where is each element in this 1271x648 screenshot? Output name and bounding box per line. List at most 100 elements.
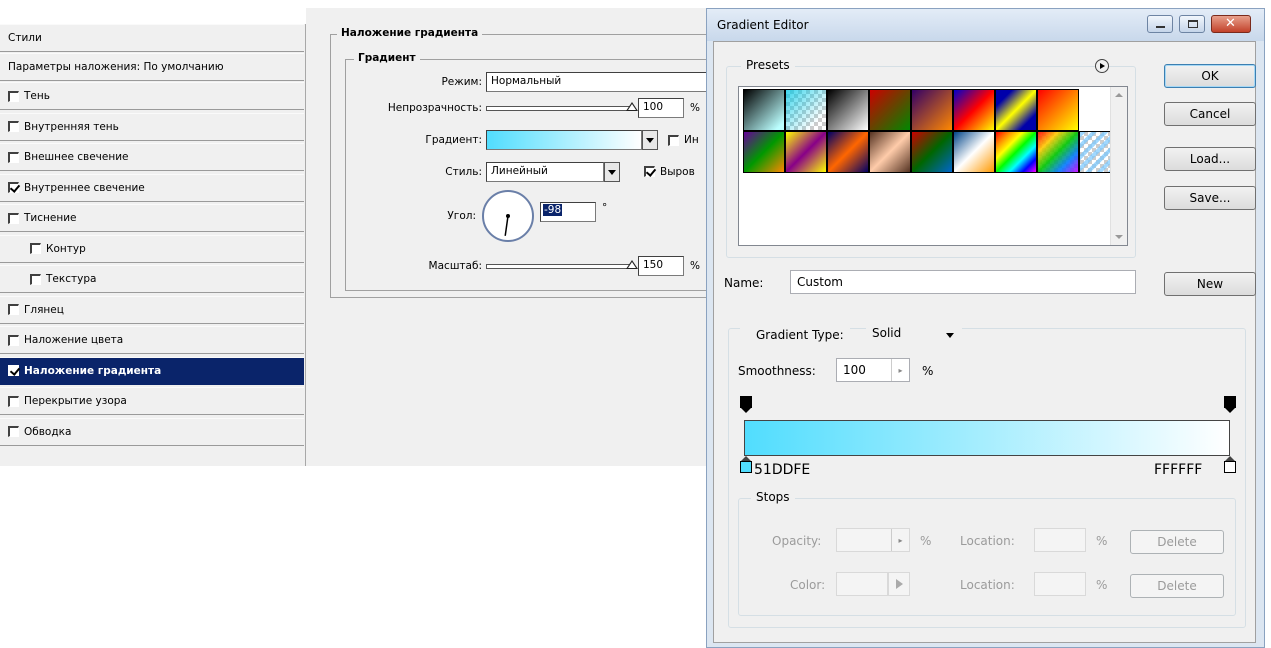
- style-item[interactable]: Тиснение: [0, 204, 304, 232]
- style-item-checkbox[interactable]: [8, 334, 19, 346]
- preset-transparent-rainbow[interactable]: [1037, 131, 1079, 173]
- preset-orange-yellow[interactable]: [1037, 89, 1079, 131]
- style-item-checkbox[interactable]: [8, 182, 19, 193]
- preset-violet-green-orange[interactable]: [743, 131, 785, 173]
- reverse-checkbox[interactable]: [668, 135, 679, 146]
- angle-input[interactable]: -98: [540, 202, 596, 222]
- stop-color-location-unit: %: [1096, 578, 1108, 592]
- stop-opacity-location-label: Location:: [960, 534, 1015, 548]
- preset-blue-yellow-blue[interactable]: [995, 89, 1037, 131]
- minimize-button[interactable]: [1147, 15, 1173, 33]
- style-item-checkbox[interactable]: [8, 365, 19, 376]
- angle-dial[interactable]: [480, 188, 536, 244]
- style-item-checkbox[interactable]: [8, 395, 19, 407]
- stop-opacity-input[interactable]: ▸: [836, 528, 910, 552]
- preset-blue-red-yellow[interactable]: [953, 89, 995, 131]
- opacity-slider-handle[interactable]: [626, 102, 638, 111]
- preset-spectrum[interactable]: [995, 131, 1037, 173]
- gradient-subgroup-title: Градиент: [354, 52, 420, 64]
- style-item[interactable]: Внутренняя тень: [0, 112, 304, 141]
- color-stop-right[interactable]: [1224, 456, 1236, 474]
- preset-violet-orange[interactable]: [911, 89, 953, 131]
- scroll-up-icon[interactable]: [1115, 93, 1123, 97]
- scale-input[interactable]: 150: [638, 256, 684, 276]
- maximize-button[interactable]: [1179, 15, 1205, 33]
- style-item-checkbox[interactable]: [8, 304, 19, 315]
- style-item-checkbox[interactable]: [30, 273, 41, 285]
- opacity-stop-right-body: [1224, 396, 1236, 408]
- delete-opacity-stop-button[interactable]: Delete: [1130, 530, 1224, 554]
- new-button[interactable]: New: [1164, 272, 1256, 296]
- opacity-slider-track[interactable]: [486, 106, 632, 111]
- stop-opacity-location-unit: %: [1096, 534, 1108, 548]
- cancel-button[interactable]: Cancel: [1164, 102, 1256, 126]
- stop-color-popup-button[interactable]: [888, 572, 910, 596]
- style-item[interactable]: Текстура: [0, 265, 304, 293]
- ok-button[interactable]: OK: [1164, 64, 1256, 88]
- preset-black-cyan[interactable]: [743, 89, 785, 131]
- style-item-checkbox[interactable]: [30, 243, 41, 254]
- preset-red-green[interactable]: [869, 89, 911, 131]
- style-item-label: Обводка: [24, 425, 72, 438]
- stop-opacity-popup-button[interactable]: ▸: [891, 529, 909, 551]
- window-titlebar[interactable]: Gradient Editor ✕: [707, 9, 1264, 41]
- load-button[interactable]: Load...: [1164, 147, 1256, 171]
- style-item[interactable]: Тень: [0, 82, 304, 110]
- style-item[interactable]: Контур: [0, 234, 304, 263]
- opacity-input[interactable]: 100: [638, 98, 684, 118]
- opacity-label: Непрозрачность:: [387, 102, 482, 114]
- play-arrow-icon: [895, 579, 903, 589]
- smoothness-input[interactable]: 100 ▸: [836, 358, 910, 382]
- style-item-checkbox[interactable]: [8, 151, 19, 163]
- style-item-checkbox[interactable]: [8, 90, 19, 102]
- delete-color-stop-button[interactable]: Delete: [1130, 574, 1224, 598]
- style-item[interactable]: Наложение цвета: [0, 326, 304, 354]
- style-item[interactable]: Внешнее свечение: [0, 143, 304, 171]
- save-button[interactable]: Save...: [1164, 186, 1256, 210]
- style-item[interactable]: Обводка: [0, 417, 304, 446]
- opacity-stop-right[interactable]: [1224, 396, 1236, 414]
- style-dropdown-button[interactable]: [604, 162, 620, 182]
- scale-slider-track[interactable]: [486, 264, 632, 269]
- preset-blue-orange-blue[interactable]: [827, 131, 869, 173]
- preset-red-green-blue[interactable]: [911, 131, 953, 173]
- gradient-style-select[interactable]: Линейный: [486, 162, 604, 182]
- style-item[interactable]: Глянец: [0, 295, 304, 324]
- align-with-layer-checkbox[interactable]: [644, 166, 655, 177]
- stop-color-swatch[interactable]: [836, 572, 888, 596]
- blending-options-item[interactable]: Параметры наложения: По умолчанию: [0, 53, 304, 81]
- gradient-preview-bar[interactable]: [744, 420, 1230, 456]
- preset-yellow-violet[interactable]: [785, 131, 827, 173]
- preset-chrome[interactable]: [953, 131, 995, 173]
- close-button[interactable]: ✕: [1211, 15, 1251, 33]
- reverse-label: Ин: [684, 134, 699, 146]
- preset-copper[interactable]: [869, 131, 911, 173]
- stop-opacity-location-input[interactable]: [1034, 528, 1086, 552]
- style-item-label: Внутреннее свечение: [24, 181, 145, 194]
- color-stop-left[interactable]: [740, 456, 752, 474]
- gradient-dropdown-button[interactable]: [642, 130, 658, 150]
- stop-color-location-input[interactable]: [1034, 572, 1086, 596]
- gradient-preview-picker[interactable]: [486, 130, 642, 150]
- presets-scrollbar[interactable]: [1110, 87, 1127, 245]
- blend-mode-select[interactable]: Нормальный: [486, 72, 722, 92]
- scroll-down-icon[interactable]: [1115, 235, 1123, 239]
- style-item[interactable]: Наложение градиента: [0, 356, 304, 385]
- scale-slider-handle[interactable]: [626, 260, 638, 269]
- style-item-checkbox[interactable]: [8, 212, 19, 224]
- style-item[interactable]: Внутреннее свечение: [0, 173, 304, 202]
- align-with-layer-label: Выров: [660, 166, 695, 178]
- preset-black-white[interactable]: [827, 89, 869, 131]
- presets-menu-button[interactable]: [1095, 59, 1109, 73]
- style-item-checkbox[interactable]: [8, 121, 19, 132]
- smoothness-popup-button[interactable]: ▸: [891, 359, 909, 381]
- name-input[interactable]: Custom: [790, 270, 1136, 294]
- preset-cyan-transparent[interactable]: [785, 89, 827, 131]
- gradient-type-label: Gradient Type:: [740, 325, 850, 345]
- gradient-type-select[interactable]: Solid: [866, 322, 962, 348]
- style-item[interactable]: Перекрытие узора: [0, 387, 304, 415]
- styles-header[interactable]: Стили: [0, 24, 304, 52]
- style-item-checkbox[interactable]: [8, 426, 19, 437]
- opacity-stop-left[interactable]: [740, 396, 752, 414]
- gradient-overlay-title: Наложение градиента: [337, 27, 483, 39]
